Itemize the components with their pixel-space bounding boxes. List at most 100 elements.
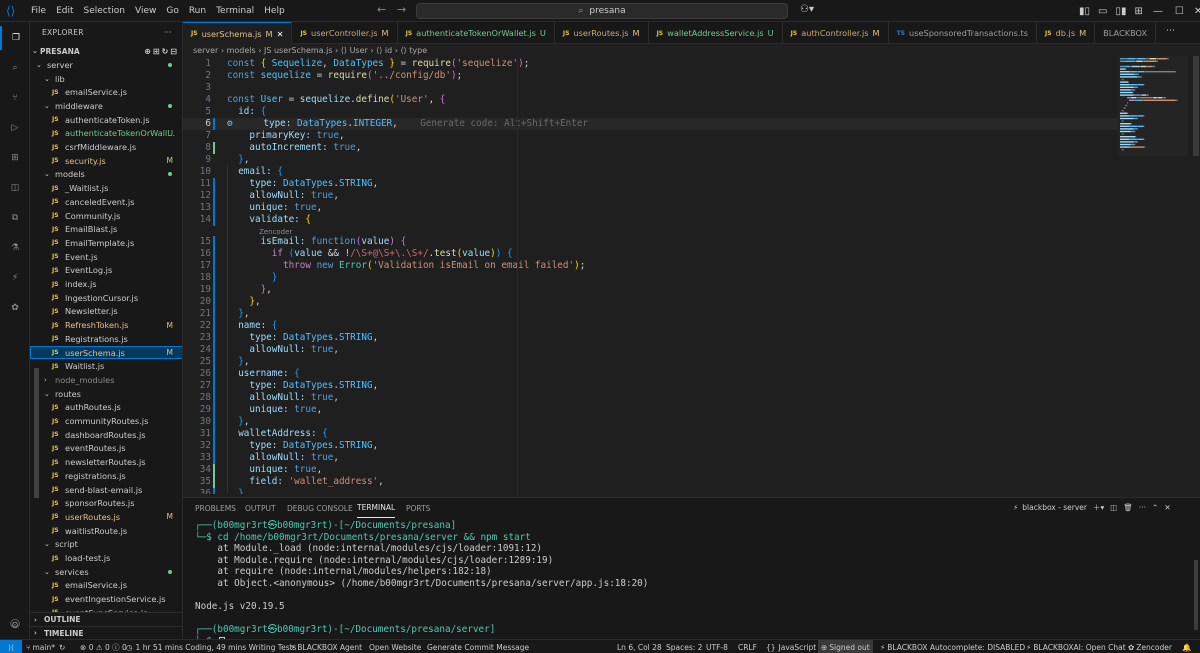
code-line[interactable]: 36 }, <box>183 488 1118 494</box>
tree-file[interactable]: JS communityRoutes.js <box>30 414 182 428</box>
tree-file[interactable]: JS _Waitlist.js <box>30 181 182 195</box>
blackboxai-chat[interactable]: ⚡ BLACKBOXAI: Open Chat <box>1026 640 1126 653</box>
code-line[interactable]: 20 }, <box>183 296 1118 308</box>
close-window-icon[interactable]: ✕ <box>1194 6 1200 17</box>
tab-userroutes-js[interactable]: JS userRoutes.js M <box>555 22 649 44</box>
code-line[interactable]: 30 }, <box>183 416 1118 428</box>
copilot-icon[interactable]: ⚇▾ <box>800 4 814 15</box>
tree-folder[interactable]: ⌄ routes <box>30 387 182 401</box>
tree-folder[interactable]: ⌄ middleware <box>30 99 182 113</box>
menu-selection[interactable]: Selection <box>79 6 130 16</box>
open-website-button[interactable]: Open Website <box>369 640 421 653</box>
tree-file[interactable]: JS Community.js <box>30 209 182 223</box>
tab-userschema-js[interactable]: JS userSchema.js M ✕ <box>183 22 293 44</box>
tree-folder[interactable]: ⌄ models <box>30 168 182 182</box>
menu-go[interactable]: Go <box>161 6 183 16</box>
menu-edit[interactable]: Edit <box>51 6 78 16</box>
panel-tab-ports[interactable]: PORTS <box>406 498 430 518</box>
language-mode[interactable]: {} JavaScript <box>766 640 816 653</box>
code-line[interactable]: 27 type: DataTypes.STRING, <box>183 380 1118 392</box>
code-line[interactable]: 33 allowNull: true, <box>183 452 1118 464</box>
new-terminal-icon[interactable]: ＋▾ <box>1093 502 1104 513</box>
back-arrow-icon[interactable]: ← <box>377 3 386 16</box>
search-view-icon[interactable]: ⌕ <box>0 56 30 80</box>
more-actions-icon[interactable]: ··· <box>164 28 172 37</box>
lightbulb-icon[interactable]: ⚙ <box>227 118 233 130</box>
terminal-selector[interactable]: ⚡ blackbox - server ＋▾ ◫ 🗑 ··· ⌃ ✕ <box>1013 502 1171 513</box>
code-line[interactable]: 6 type: DataTypes.INTEGER, Generate code… <box>183 118 1118 130</box>
tree-file[interactable]: JS index.js <box>30 277 182 291</box>
tree-file[interactable]: JS load-test.js <box>30 551 182 565</box>
tree-file[interactable]: JS authenticateTokenOrWall... U <box>30 127 182 141</box>
blackbox-icon[interactable]: ⚡ <box>0 266 30 290</box>
code-line[interactable]: 4 const User = sequelize.define('User', { <box>183 94 1118 106</box>
codelens-zencoder[interactable]: Zencoder <box>183 226 1118 236</box>
tree-file[interactable]: JS send-blast-email.js <box>30 483 182 497</box>
tree-file[interactable]: JS newsletterRoutes.js <box>30 455 182 469</box>
tree-folder[interactable]: ⌄ script <box>30 538 182 552</box>
tree-file[interactable]: JS registrations.js <box>30 469 182 483</box>
tree-file[interactable]: JS security.js M <box>30 154 182 168</box>
split-terminal-icon[interactable]: ◫ <box>1110 503 1117 512</box>
tree-file[interactable]: JS RefreshToken.js M <box>30 318 182 332</box>
tree-file[interactable]: JS EventLog.js <box>30 264 182 278</box>
code-line[interactable]: 29 unique: true, <box>183 404 1118 416</box>
tree-file[interactable]: JS EmailTemplate.js <box>30 236 182 250</box>
code-line[interactable]: 32 type: DataTypes.STRING, <box>183 440 1118 452</box>
code-line[interactable]: 2 const sequelize = require('../config/db… <box>183 70 1118 82</box>
tree-file[interactable]: JS canceledEvent.js <box>30 195 182 209</box>
code-line[interactable]: 18 } <box>183 272 1118 284</box>
wakatime-indicator[interactable]: ◷ 1 hr 51 mins Coding, 49 mins Writing Te… <box>126 640 296 653</box>
code-line[interactable]: 25 }, <box>183 356 1118 368</box>
notifications-icon[interactable]: 🔔 <box>1182 640 1191 653</box>
code-line[interactable]: 9 }, <box>183 154 1118 166</box>
minimize-icon[interactable]: — <box>1153 6 1163 17</box>
signed-out-indicator[interactable]: ⊕ Signed out <box>818 640 873 653</box>
panel-tab-problems[interactable]: PROBLEMS <box>195 498 236 518</box>
run-debug-icon[interactable]: ▷ <box>0 116 30 140</box>
timeline-section[interactable]: › TIMELINE <box>30 626 182 639</box>
code-line[interactable]: 28 allowNull: true, <box>183 392 1118 404</box>
explorer-icon[interactable]: ❐ <box>0 26 30 50</box>
tree-folder[interactable]: › node_modules <box>30 373 182 387</box>
code-line[interactable]: 8 autoIncrement: true, <box>183 142 1118 154</box>
tab-usercontroller-js[interactable]: JS userController.js M <box>292 22 398 44</box>
remote-explorer-icon[interactable]: ⧉ <box>0 206 30 230</box>
tree-file[interactable]: JS dashboardRoutes.js <box>30 428 182 442</box>
close-panel-icon[interactable]: ✕ <box>1164 503 1170 512</box>
customize-layout-icon[interactable]: ⊞ <box>1134 6 1142 17</box>
menu-run[interactable]: Run <box>184 6 211 16</box>
testing-icon[interactable]: ⚗ <box>0 236 30 260</box>
code-line[interactable]: 21 }, <box>183 308 1118 320</box>
tree-file[interactable]: JS Waitlist.js <box>30 359 182 373</box>
cursor-position[interactable]: Ln 6, Col 28 <box>617 640 662 653</box>
menu-help[interactable]: Help <box>259 6 290 16</box>
editor-actions[interactable]: ⋯ <box>1166 26 1179 36</box>
tree-file[interactable]: JS Registrations.js <box>30 332 182 346</box>
workspace-root[interactable]: ⌄ PRESANA ⊕⊞↻⊟ <box>30 44 182 58</box>
code-line[interactable]: 17 throw new Error('Validation isEmail o… <box>183 260 1118 272</box>
tree-file[interactable]: JS sponsorRoutes.js <box>30 496 182 510</box>
tab-authenticatetokenorwallet-js[interactable]: JS authenticateTokenOrWallet.js U <box>398 22 555 44</box>
tree-file[interactable]: JS csrfMiddleware.js <box>30 140 182 154</box>
generate-commit-button[interactable]: Generate Commit Message <box>427 640 529 653</box>
terminal-scrollbar[interactable] <box>1193 520 1199 630</box>
code-line[interactable]: 5 id: { <box>183 106 1118 118</box>
panel-tab-output[interactable]: OUTPUT <box>245 498 276 518</box>
code-line[interactable]: 12 allowNull: true, <box>183 190 1118 202</box>
close-tab-icon[interactable]: ✕ <box>277 29 284 39</box>
code-line[interactable]: 14 validate: { <box>183 214 1118 226</box>
toggle-secondary-sidebar-icon[interactable]: ▯▮ <box>1115 6 1126 17</box>
forward-arrow-icon[interactable]: → <box>397 3 406 16</box>
code-line[interactable]: 11 type: DataTypes.STRING, <box>183 178 1118 190</box>
tree-folder[interactable]: ⌄ services <box>30 565 182 579</box>
maximize-icon[interactable]: ☐ <box>1175 6 1184 17</box>
extensions-icon[interactable]: ⊞ <box>0 146 30 170</box>
menu-view[interactable]: View <box>130 6 161 16</box>
explorer-actions[interactable]: ⊕⊞↻⊟ <box>144 47 179 56</box>
more-icon[interactable]: ··· <box>1139 503 1146 512</box>
code-line[interactable]: 3 <box>183 82 1118 94</box>
minimap[interactable] <box>1118 56 1200 494</box>
tab-walletaddressservice-js[interactable]: JS walletAddressService.js U <box>649 22 783 44</box>
code-line[interactable]: 19 }, <box>183 284 1118 296</box>
